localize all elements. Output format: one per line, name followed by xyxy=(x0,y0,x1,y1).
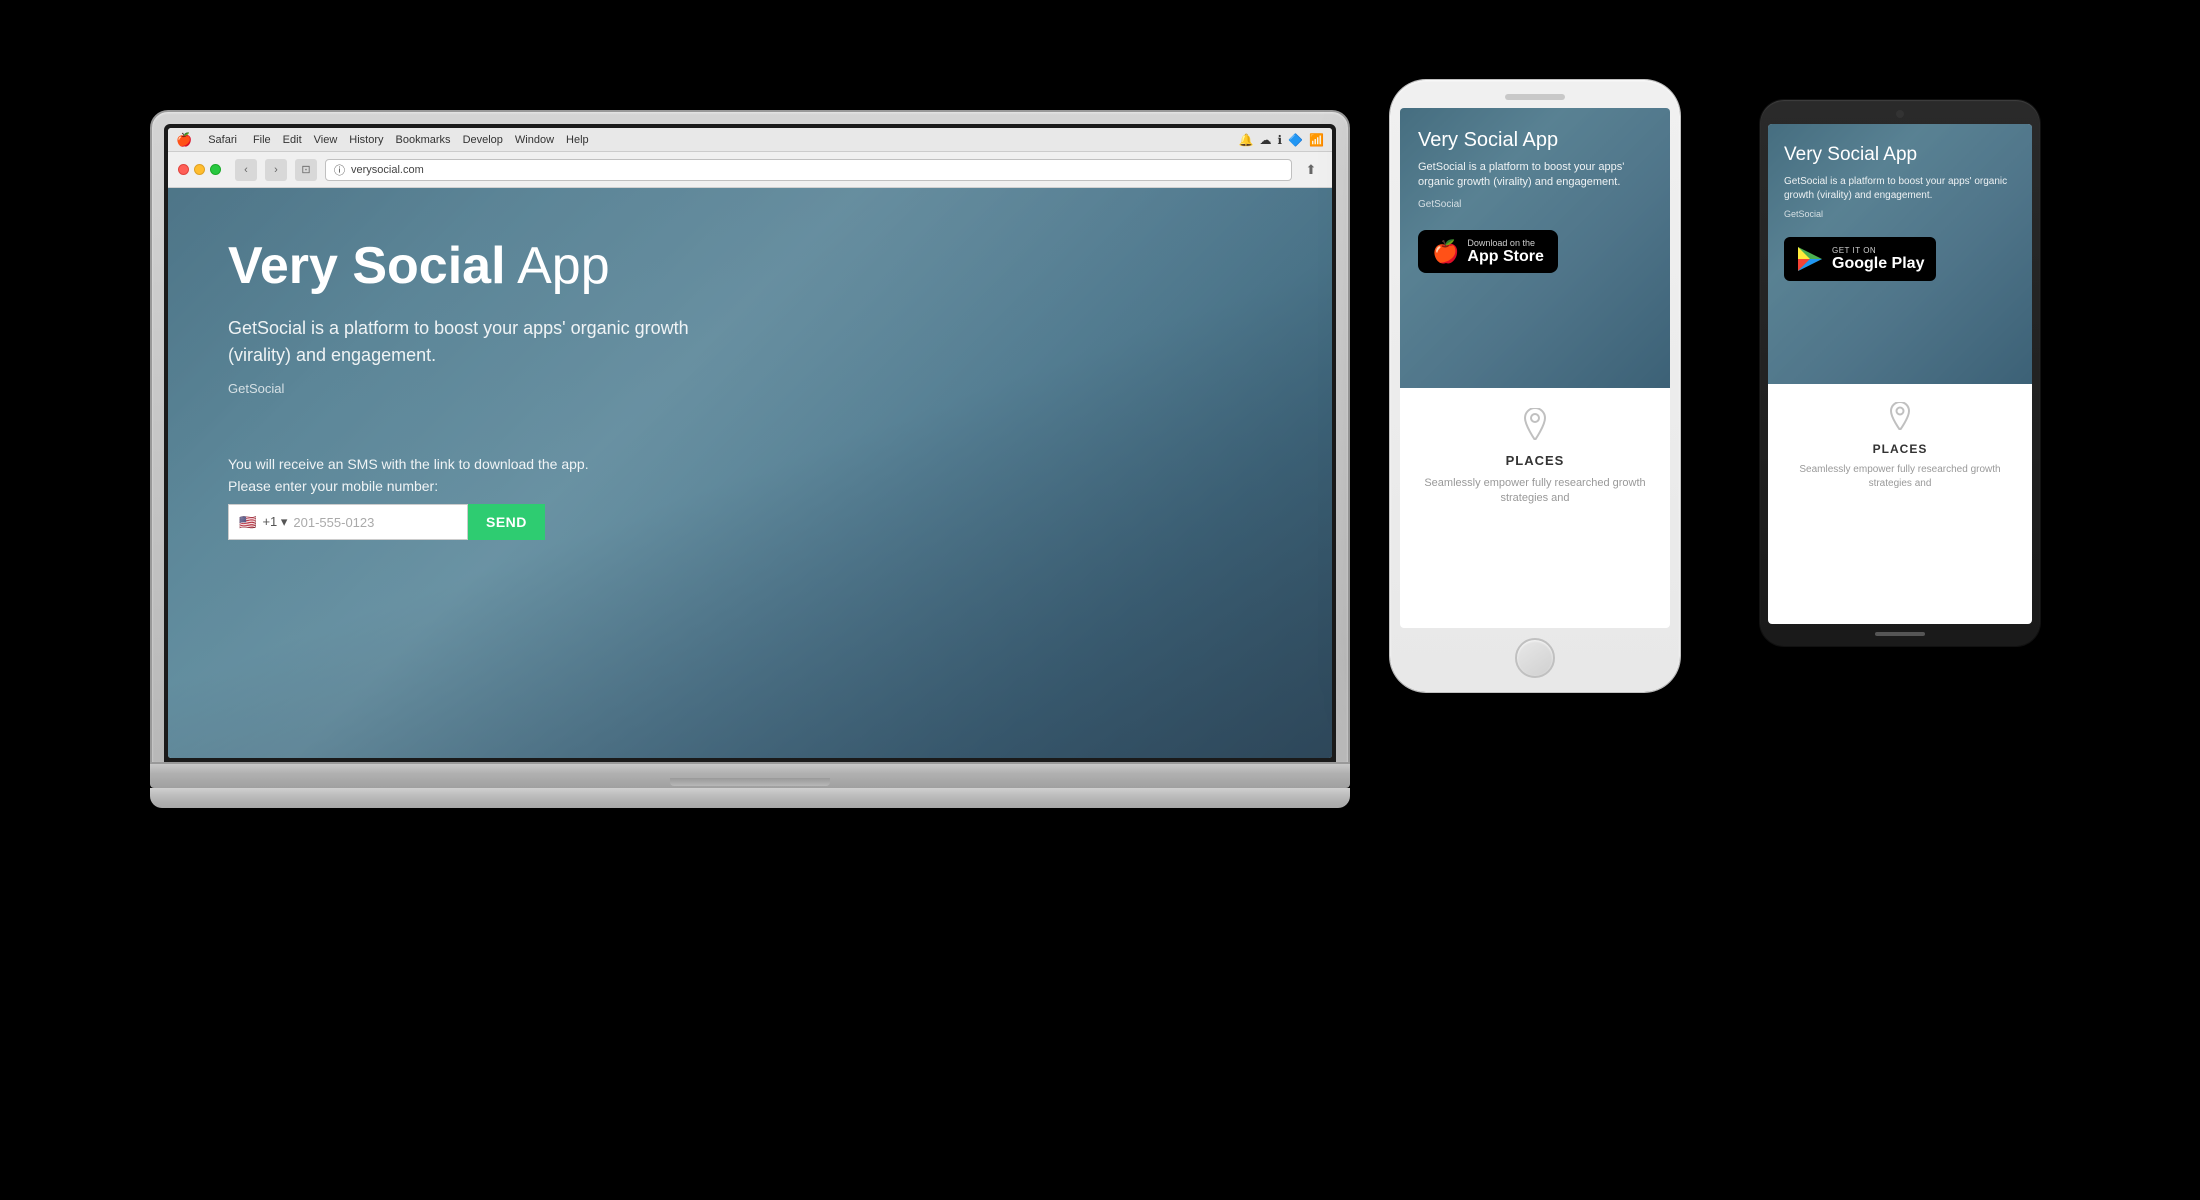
app-store-text: Download on the App Store xyxy=(1467,238,1543,266)
menu-bookmarks[interactable]: Bookmarks xyxy=(396,134,451,146)
laptop-bottom xyxy=(150,764,1350,788)
sms-section: You will receive an SMS with the link to… xyxy=(228,456,1272,540)
places-label: PLACES xyxy=(1506,453,1565,468)
close-window-button[interactable] xyxy=(178,164,189,175)
menu-history[interactable]: History xyxy=(349,134,383,146)
site-brand: GetSocial xyxy=(228,381,1272,396)
flag-icon: 🇺🇸 xyxy=(239,514,256,531)
laptop-device: 🍎 Safari File Edit View History Bookmark… xyxy=(150,110,1350,808)
gplay-big-text: Google Play xyxy=(1832,255,1924,273)
send-button[interactable]: SEND xyxy=(468,504,545,540)
laptop-bezel: 🍎 Safari File Edit View History Bookmark… xyxy=(164,124,1336,762)
menu-develop[interactable]: Develop xyxy=(463,134,503,146)
info-icon: ⓘ xyxy=(334,162,345,178)
android-places-icon xyxy=(1888,402,1912,437)
forward-button[interactable]: › xyxy=(265,159,287,181)
menu-file[interactable]: File xyxy=(253,134,271,146)
android-title-light: App xyxy=(1879,144,1917,165)
places-desc: Seamlessly empower fully researched grow… xyxy=(1418,476,1652,507)
android-places-label: PLACES xyxy=(1873,442,1928,456)
laptop-screen: 🍎 Safari File Edit View History Bookmark… xyxy=(168,128,1332,758)
app-store-big-text: App Store xyxy=(1467,248,1543,266)
maximize-window-button[interactable] xyxy=(210,164,221,175)
share-button[interactable]: ⬆ xyxy=(1300,159,1322,181)
safari-toolbar: ‹ › ⊡ ⓘ verysocial.com ⬆ xyxy=(168,152,1332,188)
google-play-button[interactable]: GET IT ON Google Play xyxy=(1784,237,1936,281)
android-camera xyxy=(1896,110,1904,118)
iphone-title-bold: Very Social xyxy=(1418,129,1518,151)
android-screen-top: Very Social App GetSocial is a platform … xyxy=(1768,124,2032,384)
bluetooth-icon: 🔷 xyxy=(1288,133,1303,147)
iphone-subtitle: GetSocial is a platform to boost your ap… xyxy=(1418,160,1652,191)
website-overlay: Very Social App GetSocial is a platform … xyxy=(228,238,1272,540)
iphone-screen: Very Social App GetSocial is a platform … xyxy=(1400,108,1670,628)
site-title: Very Social App xyxy=(228,238,1272,295)
iphone-top-bar xyxy=(1400,94,1670,100)
android-places-desc: Seamlessly empower fully researched grow… xyxy=(1784,463,2016,491)
site-subtitle: GetSocial is a platform to boost your ap… xyxy=(228,315,708,369)
menu-view[interactable]: View xyxy=(314,134,338,146)
safari-app-name: Safari xyxy=(208,134,237,146)
apple-menu-icon[interactable]: 🍎 xyxy=(176,132,192,148)
android-device: Very Social App GetSocial is a platform … xyxy=(1760,100,2040,646)
sms-notice: You will receive an SMS with the link to… xyxy=(228,456,1272,472)
back-button[interactable]: ‹ xyxy=(235,159,257,181)
laptop-base xyxy=(150,788,1350,808)
iphone-brand: GetSocial xyxy=(1418,199,1652,210)
site-title-light: App xyxy=(506,237,610,295)
menubar-right-icons: 🔔 ☁ ℹ 🔷 📶 xyxy=(1239,133,1324,147)
sms-input-row: 🇺🇸 +1 ▾ 201-555-0123 SEND xyxy=(228,504,1272,540)
minimize-window-button[interactable] xyxy=(194,164,205,175)
notification-icon: 🔔 xyxy=(1239,133,1254,147)
tab-button[interactable]: ⊡ xyxy=(295,159,317,181)
android-screen-bottom: PLACES Seamlessly empower fully research… xyxy=(1768,384,2032,509)
android-subtitle: GetSocial is a platform to boost your ap… xyxy=(1784,175,2016,203)
menu-window[interactable]: Window xyxy=(515,134,554,146)
google-play-icon xyxy=(1796,245,1824,273)
menu-edit[interactable]: Edit xyxy=(283,134,302,146)
safari-menu-items: File Edit View History Bookmarks Develop… xyxy=(253,134,589,146)
apple-icon: 🍎 xyxy=(1432,241,1459,263)
android-title-bold: Very Social xyxy=(1784,144,1879,165)
iphone-body: Very Social App GetSocial is a platform … xyxy=(1390,80,1680,692)
android-home-bar xyxy=(1875,632,1925,636)
iphone-device: Very Social App GetSocial is a platform … xyxy=(1390,80,1680,692)
wifi-icon: 📶 xyxy=(1309,133,1324,147)
iphone-home-button[interactable] xyxy=(1515,638,1555,678)
site-title-bold: Very Social xyxy=(228,237,506,295)
country-code: +1 ▾ xyxy=(262,514,287,530)
menu-help[interactable]: Help xyxy=(566,134,589,146)
iphone-screen-top: Very Social App GetSocial is a platform … xyxy=(1400,108,1670,388)
laptop-hinge xyxy=(670,778,830,786)
phone-placeholder: 201-555-0123 xyxy=(293,515,374,530)
app-store-button[interactable]: 🍎 Download on the App Store xyxy=(1418,230,1558,274)
main-scene: 🍎 Safari File Edit View History Bookmark… xyxy=(100,50,2100,1150)
website-content: Very Social App GetSocial is a platform … xyxy=(168,188,1332,758)
cloud-icon: ☁ xyxy=(1260,133,1272,147)
address-bar[interactable]: ⓘ verysocial.com xyxy=(325,159,1292,181)
app-store-small-text: Download on the xyxy=(1467,238,1543,248)
iphone-title: Very Social App xyxy=(1418,128,1652,152)
android-brand: GetSocial xyxy=(1784,209,2016,219)
places-icon xyxy=(1521,408,1549,447)
phone-label: Please enter your mobile number: xyxy=(228,478,1272,494)
iphone-screen-bottom: PLACES Seamlessly empower fully research… xyxy=(1400,388,1670,527)
info-menubar-icon: ℹ xyxy=(1278,133,1283,147)
android-screen: Very Social App GetSocial is a platform … xyxy=(1768,124,2032,624)
phone-input[interactable]: 🇺🇸 +1 ▾ 201-555-0123 xyxy=(228,504,468,540)
url-text: verysocial.com xyxy=(351,164,424,176)
gplay-text: GET IT ON Google Play xyxy=(1832,246,1924,273)
laptop-body: 🍎 Safari File Edit View History Bookmark… xyxy=(150,110,1350,764)
android-title: Very Social App xyxy=(1784,144,2016,167)
iphone-title-light: App xyxy=(1518,129,1558,151)
safari-menubar: 🍎 Safari File Edit View History Bookmark… xyxy=(168,128,1332,152)
gplay-small-text: GET IT ON xyxy=(1832,246,1924,255)
traffic-lights xyxy=(178,164,221,175)
android-body: Very Social App GetSocial is a platform … xyxy=(1760,100,2040,646)
iphone-speaker xyxy=(1505,94,1565,100)
